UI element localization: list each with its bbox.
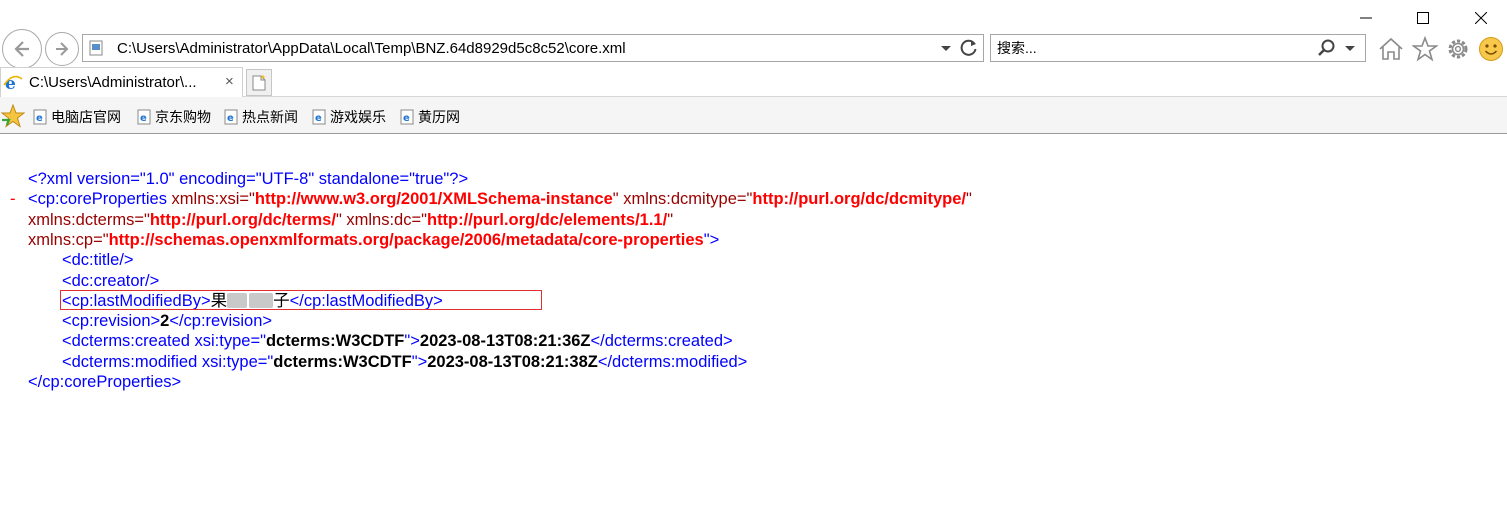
favorite-label: 游戏娱乐 bbox=[330, 109, 386, 125]
feedback-button[interactable] bbox=[1478, 36, 1504, 62]
close-icon bbox=[1475, 12, 1487, 24]
address-url[interactable]: C:\Users\Administrator\AppData\Local\Tem… bbox=[117, 40, 626, 57]
search-icon[interactable] bbox=[1317, 38, 1337, 58]
smiley-feedback-icon bbox=[1479, 37, 1503, 61]
search-box[interactable] bbox=[990, 34, 1366, 62]
svg-text:e: e bbox=[36, 113, 43, 124]
page-icon bbox=[89, 40, 103, 56]
tab-title: C:\Users\Administrator\... bbox=[29, 74, 197, 91]
favorite-label: 热点新闻 bbox=[242, 109, 298, 125]
svg-text:e: e bbox=[140, 113, 147, 124]
back-button[interactable] bbox=[2, 29, 42, 69]
ie-page-icon: e bbox=[312, 109, 326, 125]
favorites-button[interactable] bbox=[1412, 36, 1438, 62]
forward-button[interactable] bbox=[45, 32, 79, 66]
tab-core-xml[interactable]: e C:\Users\Administrator\... × bbox=[0, 67, 243, 97]
settings-button[interactable] bbox=[1445, 36, 1471, 62]
favorite-item[interactable]: e 游戏娱乐 bbox=[312, 107, 386, 127]
ie-page-icon: e bbox=[33, 109, 47, 125]
dc-creator-element: <dc:creator/> bbox=[62, 271, 160, 290]
close-window-button[interactable] bbox=[1461, 6, 1501, 30]
favorites-bar: e 电脑店官网 e 京东购物 e 热点新闻 e 游戏娱乐 e 黄历网 bbox=[0, 97, 1507, 134]
favorites-add-icon[interactable] bbox=[1, 104, 25, 128]
maximize-icon bbox=[1417, 12, 1429, 24]
collapse-toggle[interactable]: - bbox=[10, 189, 16, 209]
new-tab-icon bbox=[252, 74, 266, 90]
favorite-item[interactable]: e 电脑店官网 bbox=[33, 107, 121, 127]
favorite-label: 黄历网 bbox=[418, 109, 460, 125]
xml-declaration: <?xml version="1.0" encoding="UTF-8" sta… bbox=[28, 170, 469, 188]
maximize-button[interactable] bbox=[1403, 6, 1443, 30]
home-button[interactable] bbox=[1378, 36, 1404, 62]
favorite-item[interactable]: e 热点新闻 bbox=[224, 107, 298, 127]
root-open-line-3: xmlns:cp="http://schemas.openxmlformats.… bbox=[28, 231, 720, 249]
svg-text:e: e bbox=[315, 113, 322, 124]
refresh-icon[interactable] bbox=[959, 38, 979, 58]
favorite-item[interactable]: e 黄历网 bbox=[400, 107, 460, 127]
svg-text:e: e bbox=[403, 113, 410, 124]
svg-text:e: e bbox=[227, 113, 234, 124]
root-open-line-2: xmlns:dcterms="http://purl.org/dc/terms/… bbox=[28, 210, 674, 229]
favorite-label: 电脑店官网 bbox=[51, 109, 121, 125]
search-input[interactable] bbox=[997, 38, 1297, 58]
home-icon bbox=[1379, 37, 1403, 60]
ie-page-icon: e bbox=[400, 109, 414, 125]
ie-page-icon: e bbox=[3, 74, 23, 92]
dc-title-element: <dc:title/> bbox=[62, 251, 134, 270]
address-bar[interactable]: C:\Users\Administrator\AppData\Local\Tem… bbox=[82, 34, 984, 62]
search-dropdown-icon[interactable] bbox=[1343, 39, 1357, 57]
favorite-label: 京东购物 bbox=[155, 109, 211, 125]
root-close-tag: </cp:coreProperties> bbox=[28, 373, 182, 391]
modified-element: <dcterms:modified xsi:type="dcterms:W3CD… bbox=[62, 352, 748, 371]
root-open-line-1: <cp:coreProperties xmlns:xsi="http://www… bbox=[28, 190, 972, 208]
forward-icon bbox=[56, 42, 69, 56]
created-element: <dcterms:created xsi:type="dcterms:W3CDT… bbox=[62, 332, 733, 351]
minimize-icon bbox=[1360, 17, 1372, 19]
revision-element: <cp:revision>2</cp:revision> bbox=[62, 312, 273, 331]
favorite-item[interactable]: e 京东购物 bbox=[137, 107, 211, 127]
settings-gear-icon bbox=[1448, 39, 1468, 59]
favorites-star-icon bbox=[1412, 36, 1438, 62]
ie-page-icon: e bbox=[137, 109, 151, 125]
highlight-box bbox=[60, 290, 542, 310]
ie-page-icon: e bbox=[224, 109, 238, 125]
new-tab-button[interactable] bbox=[246, 69, 272, 96]
minimize-button[interactable] bbox=[1346, 6, 1386, 30]
address-dropdown-icon[interactable] bbox=[939, 39, 953, 57]
back-icon bbox=[14, 41, 29, 57]
tab-close-button[interactable]: × bbox=[225, 73, 234, 90]
